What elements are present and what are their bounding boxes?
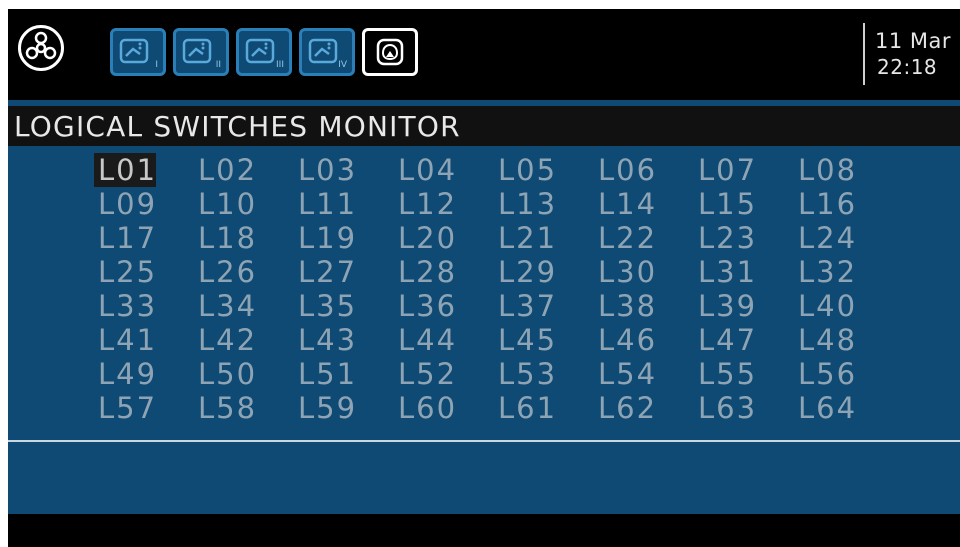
page-title: LOGICAL SWITCHES MONITOR: [14, 110, 461, 143]
logical-switch-l02[interactable]: L02: [194, 153, 256, 187]
logical-switch-l04[interactable]: L04: [394, 153, 456, 187]
logical-switch-l40[interactable]: L40: [794, 289, 856, 323]
logical-switch-l18[interactable]: L18: [194, 221, 256, 255]
tab-page-2[interactable]: II: [173, 28, 229, 76]
logical-switch-l11[interactable]: L11: [294, 187, 356, 221]
logical-switch-l31[interactable]: L31: [694, 255, 756, 289]
logical-switch-l25[interactable]: L25: [94, 255, 156, 289]
mixer-icon: [119, 38, 149, 64]
logical-switch-l20[interactable]: L20: [394, 221, 456, 255]
switches-panel: L01 L02 L03 L04 L05 L06 L07 L08 L09 L10 L11 L12 L13 L…: [8, 146, 960, 514]
logical-switch-l15[interactable]: L15: [694, 187, 756, 221]
mixer-icon: [182, 38, 212, 64]
logical-switch-l54[interactable]: L54: [594, 357, 656, 391]
tab-monitor[interactable]: [362, 28, 418, 76]
logical-switch-l63[interactable]: L63: [694, 391, 756, 425]
date-text: 11 Mar: [875, 29, 952, 53]
logical-switch-l55[interactable]: L55: [694, 357, 756, 391]
logical-switch-l60[interactable]: L60: [394, 391, 456, 425]
logical-switch-l59[interactable]: L59: [294, 391, 356, 425]
logical-switch-l32[interactable]: L32: [794, 255, 856, 289]
logical-switch-l16[interactable]: L16: [794, 187, 856, 221]
logical-switch-l10[interactable]: L10: [194, 187, 256, 221]
logical-switch-l53[interactable]: L53: [494, 357, 556, 391]
logical-switch-l62[interactable]: L62: [594, 391, 656, 425]
logical-switch-l35[interactable]: L35: [294, 289, 356, 323]
logical-switch-l43[interactable]: L43: [294, 323, 356, 357]
logical-switch-l34[interactable]: L34: [194, 289, 256, 323]
tab-number: III: [276, 60, 284, 70]
tab-number: IV: [338, 60, 347, 70]
logical-switch-l36[interactable]: L36: [394, 289, 456, 323]
tab-number: I: [155, 60, 158, 70]
logical-switch-l44[interactable]: L44: [394, 323, 456, 357]
bottom-bar: [8, 514, 960, 547]
logical-switch-l17[interactable]: L17: [94, 221, 156, 255]
logical-switch-l49[interactable]: L49: [94, 357, 156, 391]
logical-switch-l13[interactable]: L13: [494, 187, 556, 221]
logical-switch-l39[interactable]: L39: [694, 289, 756, 323]
logical-switch-l48[interactable]: L48: [794, 323, 856, 357]
logical-switch-l61[interactable]: L61: [494, 391, 556, 425]
logical-switch-l50[interactable]: L50: [194, 357, 256, 391]
logical-switch-l08[interactable]: L08: [794, 153, 856, 187]
radio-screen: I II III IV 11 Mar 22:18 LOGICAL SWITCHES M…: [8, 9, 960, 547]
logical-switch-l09[interactable]: L09: [94, 187, 156, 221]
logical-switch-l28[interactable]: L28: [394, 255, 456, 289]
logical-switch-l29[interactable]: L29: [494, 255, 556, 289]
tab-page-4[interactable]: IV: [299, 28, 355, 76]
logical-switch-l30[interactable]: L30: [594, 255, 656, 289]
logical-switch-l06[interactable]: L06: [594, 153, 656, 187]
logical-switch-l52[interactable]: L52: [394, 357, 456, 391]
logical-switch-l46[interactable]: L46: [594, 323, 656, 357]
logical-switch-l05[interactable]: L05: [494, 153, 556, 187]
logical-switch-l21[interactable]: L21: [494, 221, 556, 255]
tab-page-3[interactable]: III: [236, 28, 292, 76]
logical-switch-l24[interactable]: L24: [794, 221, 856, 255]
monitor-icon: [376, 38, 404, 66]
logical-switch-grid: L01 L02 L03 L04 L05 L06 L07 L08 L09 L10 L11 L12 L13 L…: [94, 153, 894, 425]
menu-logo-icon: [25, 31, 57, 60]
logical-switch-l14[interactable]: L14: [594, 187, 656, 221]
logical-switch-l22[interactable]: L22: [594, 221, 656, 255]
time-text: 22:18: [877, 55, 938, 79]
logical-switch-l51[interactable]: L51: [294, 357, 356, 391]
logical-switch-l01[interactable]: L01: [94, 153, 156, 187]
logical-switch-l23[interactable]: L23: [694, 221, 756, 255]
date-time: 11 Mar 22:18: [863, 23, 960, 85]
logical-switch-l58[interactable]: L58: [194, 391, 256, 425]
logical-switch-l45[interactable]: L45: [494, 323, 556, 357]
top-bar: I II III IV 11 Mar 22:18: [8, 9, 960, 100]
logical-switch-l56[interactable]: L56: [794, 357, 856, 391]
logical-switch-l47[interactable]: L47: [694, 323, 756, 357]
panel-divider: [8, 440, 960, 442]
logical-switch-l64[interactable]: L64: [794, 391, 856, 425]
logical-switch-l03[interactable]: L03: [294, 153, 356, 187]
main-menu-button[interactable]: [18, 25, 64, 71]
logical-switch-l37[interactable]: L37: [494, 289, 556, 323]
logical-switch-l42[interactable]: L42: [194, 323, 256, 357]
tab-page-1[interactable]: I: [110, 28, 166, 76]
logical-switch-l27[interactable]: L27: [294, 255, 356, 289]
logical-switch-l57[interactable]: L57: [94, 391, 156, 425]
logical-switch-l19[interactable]: L19: [294, 221, 356, 255]
logical-switch-l38[interactable]: L38: [594, 289, 656, 323]
logical-switch-l33[interactable]: L33: [94, 289, 156, 323]
logical-switch-l41[interactable]: L41: [94, 323, 156, 357]
logical-switch-l26[interactable]: L26: [194, 255, 256, 289]
title-bar: LOGICAL SWITCHES MONITOR: [8, 106, 960, 146]
tab-number: II: [215, 60, 221, 70]
logical-switch-l07[interactable]: L07: [694, 153, 756, 187]
logical-switch-l12[interactable]: L12: [394, 187, 456, 221]
